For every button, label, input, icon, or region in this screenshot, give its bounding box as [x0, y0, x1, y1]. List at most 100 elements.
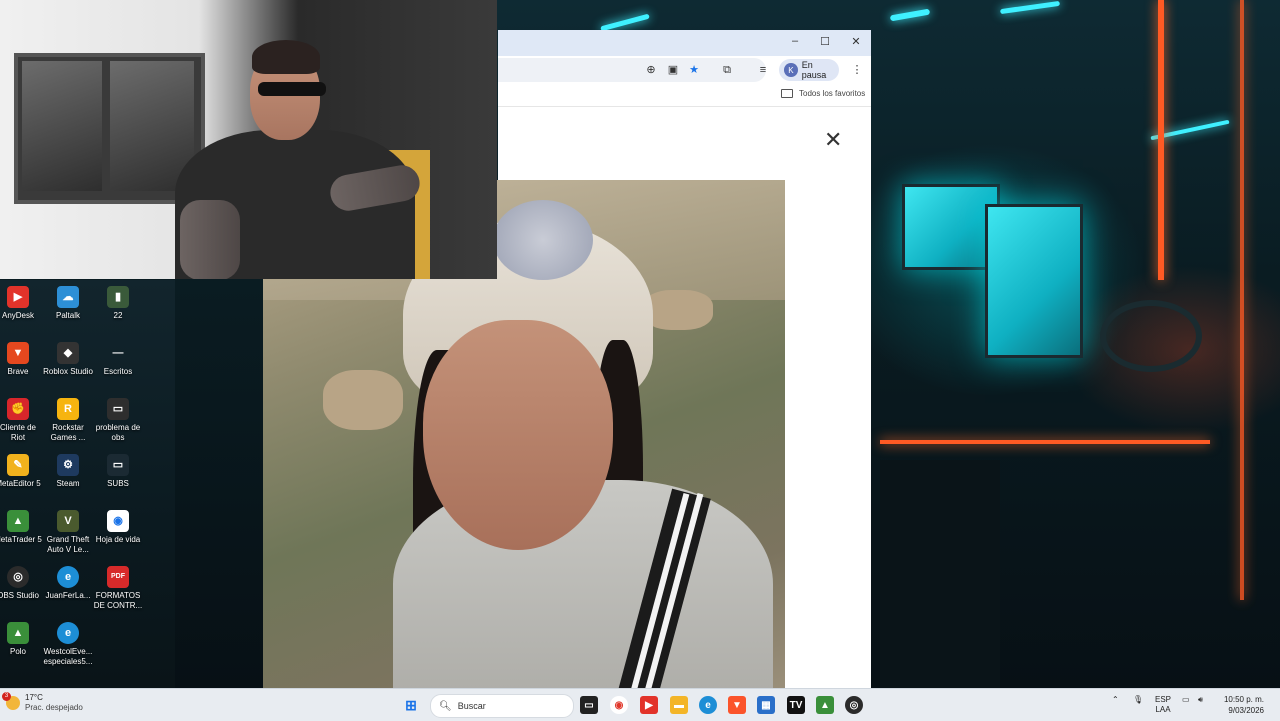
- desktop-icon-anydesk[interactable]: ▶ AnyDesk: [0, 286, 44, 321]
- desktop-icon-roblox-studio[interactable]: ◆ Roblox Studio: [42, 342, 94, 377]
- streamer-hair: [252, 40, 320, 74]
- icon-label: Steam: [56, 479, 80, 488]
- network-icon[interactable]: ▭: [1182, 695, 1190, 704]
- icon-label: AnyDesk: [1, 311, 34, 320]
- maximize-button[interactable]: ☐: [816, 35, 834, 48]
- metatrader-taskbar-icon[interactable]: ▲: [816, 696, 834, 714]
- pdf-icon: PDF: [107, 566, 129, 588]
- icon-label: MetaEditor 5: [0, 479, 41, 488]
- brave-icon: ▼: [7, 342, 29, 364]
- desktop-icon-22[interactable]: ▮ 22: [92, 286, 144, 321]
- icon-label: Cliente de Riot: [0, 423, 37, 442]
- desktop-icon-problema-obs[interactable]: ▭ problema de obs: [92, 398, 144, 443]
- edge-icon: e: [57, 566, 79, 588]
- desktop-icon-riot-client[interactable]: ✊ Cliente de Riot: [0, 398, 44, 443]
- desktop-icon-juanferla[interactable]: e JuanFerLa...: [42, 566, 94, 601]
- zoom-icon[interactable]: ⊕: [644, 63, 658, 77]
- cast-icon[interactable]: ▣: [666, 63, 680, 77]
- icon-label: problema de obs: [95, 423, 141, 442]
- icon-label: SUBS: [107, 479, 129, 488]
- media-control-icon[interactable]: ≡: [756, 63, 770, 77]
- roblox-studio-icon: ◆: [57, 342, 79, 364]
- pompom: [493, 200, 593, 280]
- desktop-icon-gta-v[interactable]: V Grand Theft Auto V Le...: [42, 510, 94, 555]
- desktop-icon-escritos[interactable]: — Escritos: [92, 342, 144, 377]
- icon-label: JuanFerLa...: [45, 591, 91, 600]
- store-icon[interactable]: ▦: [757, 696, 775, 714]
- extensions-icon[interactable]: ⧉: [720, 63, 734, 77]
- bookmark-star-icon[interactable]: ★: [687, 63, 701, 77]
- notification-badge: 3: [2, 692, 11, 701]
- taskbar-search[interactable]: 🔍︎ Buscar: [430, 694, 574, 718]
- icon-label: WestcolEve... especiales5...: [43, 647, 93, 666]
- microphone-icon[interactable]: 🎙︎: [1133, 695, 1143, 704]
- desktop-icon-rockstar[interactable]: R Rockstar Games ...: [42, 398, 94, 443]
- browser-toolbar: ⊕ ▣ ★ ⧉ ≡ K En pausa ⋮: [498, 56, 871, 84]
- riot-icon: ✊: [7, 398, 29, 420]
- minimize-button[interactable]: –: [786, 35, 804, 47]
- brave-taskbar-icon[interactable]: ▼: [728, 696, 746, 714]
- desktop-icon-brave[interactable]: ▼ Brave: [0, 342, 44, 377]
- icon-label: Hoja de vida: [95, 535, 141, 544]
- weather-widget[interactable]: 3 17°C Prac. despejado: [2, 692, 83, 713]
- icon-label: Polo: [9, 647, 26, 656]
- language-indicator[interactable]: ESP LAA: [1155, 695, 1171, 715]
- desktop-icon-paltalk[interactable]: ☁ Paltalk: [42, 286, 94, 321]
- desktop-icon-westcol[interactable]: e WestcolEve... especiales5...: [42, 622, 94, 667]
- icon-label: 22: [113, 311, 123, 320]
- close-window-button[interactable]: ✕: [847, 35, 865, 48]
- desktop-icon-formatos[interactable]: PDF FORMATOS DE CONTR...: [92, 566, 144, 611]
- tiktok-live-icon[interactable]: TV: [787, 696, 805, 714]
- desktop-icon-obs-studio[interactable]: ◎ OBS Studio: [0, 566, 44, 601]
- icon-label: Roblox Studio: [43, 367, 93, 376]
- desktop-icons-area: ▶ AnyDesk ☁ Paltalk ▮ 22 ▼ Brave ◆ Roblo…: [0, 280, 175, 688]
- search-placeholder: Buscar: [457, 701, 486, 711]
- neon-light: [880, 440, 1210, 444]
- clock[interactable]: 10:50 p. m. 9/03/2026: [1214, 694, 1264, 716]
- task-view-icon[interactable]: ▭: [580, 696, 598, 714]
- file-icon: ▭: [107, 454, 129, 476]
- edge-icon: e: [57, 622, 79, 644]
- weather-desc: Prac. despejado: [25, 703, 83, 712]
- menu-kebab-icon[interactable]: ⋮: [850, 63, 864, 77]
- search-icon: 🔍︎: [439, 700, 452, 712]
- desktop-icon-subs[interactable]: ▭ SUBS: [92, 454, 144, 489]
- neon-light: [999, 0, 1061, 15]
- desktop-icon-metaeditor[interactable]: ✎ MetaEditor 5: [0, 454, 44, 489]
- window-pane: [22, 61, 102, 191]
- all-bookmarks-folder[interactable]: Todos los favoritos: [781, 89, 865, 98]
- avatar: K: [784, 63, 798, 77]
- show-hidden-icons[interactable]: ⌃: [1112, 695, 1119, 704]
- anydesk-taskbar-icon[interactable]: ▶: [640, 696, 658, 714]
- neon-light: [889, 8, 931, 22]
- rock: [643, 290, 713, 330]
- icon-label: MetaTrader 5: [0, 535, 42, 544]
- desktop-icon-polo[interactable]: ▲ Polo: [0, 622, 44, 657]
- file-explorer-icon[interactable]: ▬: [670, 696, 688, 714]
- obs-icon: ◎: [7, 566, 29, 588]
- steam-icon: ⚙: [57, 454, 79, 476]
- volume-icon[interactable]: 🔊︎: [1198, 695, 1203, 705]
- desktop-icon-metatrader[interactable]: ▲ MetaTrader 5: [0, 510, 44, 545]
- language-code: ESP: [1155, 695, 1172, 704]
- obs-taskbar-icon[interactable]: ◎: [845, 696, 863, 714]
- desktop-icon-hoja-de-vida[interactable]: ◉ Hoja de vida: [92, 510, 144, 545]
- icon-label: FORMATOS DE CONTR...: [93, 591, 143, 610]
- gta-icon: V: [57, 510, 79, 532]
- close-viewer-button[interactable]: ✕: [824, 129, 842, 151]
- neon-light: [1240, 0, 1244, 600]
- metatrader-icon: ▲: [7, 510, 29, 532]
- wallpaper-monitor: [985, 204, 1083, 358]
- neon-light: [1158, 0, 1164, 280]
- metaeditor-icon: ✎: [7, 454, 29, 476]
- browser-titlebar[interactable]: – ☐ ✕: [498, 30, 871, 56]
- desktop-icon-steam[interactable]: ⚙ Steam: [42, 454, 94, 489]
- profile-button[interactable]: K En pausa: [779, 59, 839, 81]
- edge-taskbar-icon[interactable]: e: [699, 696, 717, 714]
- icon-label: Paltalk: [55, 311, 80, 320]
- text-file-icon: —: [112, 347, 124, 359]
- start-windows-icon[interactable]: ⊞: [402, 696, 420, 714]
- neon-light: [600, 13, 650, 32]
- folder-image-icon: ▮: [107, 286, 129, 308]
- chrome-taskbar-icon[interactable]: ◉: [610, 696, 628, 714]
